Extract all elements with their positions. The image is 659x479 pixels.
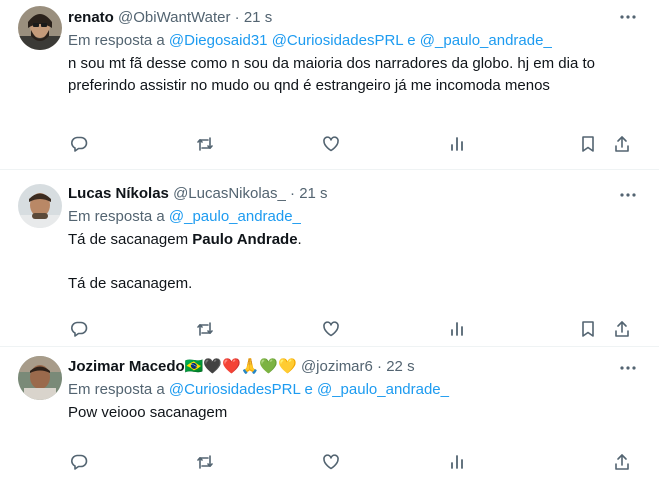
tweet-text: Pow veiooo sacanagem — [68, 404, 228, 421]
bookmark-button[interactable] — [577, 133, 599, 155]
reply-bubble-icon — [71, 454, 88, 470]
tweet[interactable]: renato @ObiWantWater · 21 s Em resposta … — [0, 0, 659, 170]
share-button[interactable] — [611, 451, 633, 473]
more-options-button[interactable] — [617, 357, 639, 379]
share-upload-icon — [615, 454, 629, 470]
reply-joiner: e — [407, 32, 416, 49]
separator-dot: · — [377, 358, 383, 375]
analytics-bars-icon — [451, 322, 463, 336]
tweet-actions — [68, 318, 643, 340]
tweet-header: Lucas Níkolas @LucasNikolas_ · 21 s — [68, 184, 643, 204]
mention-link[interactable]: @CuriosidadesPRL — [169, 381, 300, 398]
share-upload-icon — [615, 136, 629, 152]
avatar[interactable] — [18, 6, 62, 50]
more-dots-icon — [620, 15, 636, 19]
reply-prefix: Em resposta a — [68, 208, 165, 225]
reply-joiner: e — [304, 381, 313, 398]
user-handle[interactable]: @jozimar6 — [301, 358, 373, 375]
mention-link[interactable]: @_paulo_andrade_ — [317, 381, 449, 398]
like-button[interactable] — [320, 451, 342, 473]
user-handle[interactable]: @ObiWantWater — [118, 9, 230, 26]
analytics-bars-icon — [451, 455, 463, 469]
tweet-text-line: Tá de sacanagem. — [68, 275, 193, 292]
views-button[interactable] — [446, 318, 468, 340]
heart-icon — [323, 136, 339, 152]
timestamp[interactable]: 21 s — [299, 185, 327, 202]
separator-dot: · — [290, 185, 296, 202]
reply-feed: renato @ObiWantWater · 21 s Em resposta … — [0, 0, 659, 479]
reply-bubble-icon — [71, 136, 88, 152]
avatar[interactable] — [18, 356, 62, 400]
tweet-text: Tá de sacanagem Paulo Andrade. Tá de sac… — [68, 229, 643, 295]
bookmark-button[interactable] — [577, 318, 599, 340]
display-name[interactable]: Jozimar Macedo — [68, 358, 185, 375]
reply-bubble-icon — [71, 321, 88, 337]
name-emojis: 🇧🇷🖤❤️🙏💚💛 — [184, 358, 297, 375]
views-button[interactable] — [446, 451, 468, 473]
timestamp[interactable]: 21 s — [244, 9, 272, 26]
tweet-text: n sou mt fã desse como n sou da maioria … — [68, 55, 595, 94]
heart-icon — [323, 321, 339, 337]
tweet-header: Jozimar Macedo🇧🇷🖤❤️🙏💚💛 @jozimar6 · 22 s — [68, 357, 643, 377]
separator-dot: · — [234, 9, 240, 26]
like-button[interactable] — [320, 318, 342, 340]
views-button[interactable] — [446, 133, 468, 155]
mention-link[interactable]: @CuriosidadesPRL — [272, 32, 403, 49]
user-handle[interactable]: @LucasNikolas_ — [173, 185, 286, 202]
like-button[interactable] — [320, 133, 342, 155]
bold-text: Paulo Andrade — [192, 231, 298, 248]
tweet-actions — [68, 451, 643, 473]
retweet-icon — [197, 137, 213, 151]
more-dots-icon — [620, 366, 636, 370]
analytics-bars-icon — [451, 137, 463, 151]
share-upload-icon — [615, 321, 629, 337]
share-button[interactable] — [611, 318, 633, 340]
retweet-button[interactable] — [194, 318, 216, 340]
heart-icon — [323, 454, 339, 470]
reply-context: Em resposta a @_paulo_andrade_ — [68, 207, 643, 227]
bookmark-icon — [582, 136, 594, 152]
bookmark-icon — [582, 321, 594, 337]
display-name[interactable]: Lucas Níkolas — [68, 185, 169, 202]
reply-prefix: Em resposta a — [68, 32, 165, 49]
retweet-icon — [197, 455, 213, 469]
mention-link[interactable]: @Diegosaid31 — [169, 32, 268, 49]
more-options-button[interactable] — [617, 184, 639, 206]
reply-prefix: Em resposta a — [68, 381, 165, 398]
tweet-text-line: Tá de sacanagem Paulo Andrade. — [68, 231, 302, 248]
share-button[interactable] — [611, 133, 633, 155]
tweet-actions — [68, 133, 643, 155]
more-options-button[interactable] — [617, 6, 639, 28]
avatar[interactable] — [18, 184, 62, 228]
tweet-header: renato @ObiWantWater · 21 s — [68, 8, 643, 28]
reply-button[interactable] — [68, 318, 90, 340]
display-name[interactable]: renato — [68, 9, 114, 26]
reply-button[interactable] — [68, 133, 90, 155]
retweet-button[interactable] — [194, 133, 216, 155]
timestamp[interactable]: 22 s — [386, 358, 414, 375]
retweet-button[interactable] — [194, 451, 216, 473]
tweet[interactable]: Lucas Níkolas @LucasNikolas_ · 21 s Em r… — [0, 170, 659, 347]
tweet[interactable]: Jozimar Macedo🇧🇷🖤❤️🙏💚💛 @jozimar6 · 22 s … — [0, 347, 659, 479]
mention-link[interactable]: @_paulo_andrade_ — [420, 32, 552, 49]
reply-context: Em resposta a @Diegosaid31 @Curiosidades… — [68, 31, 643, 51]
reply-context: Em resposta a @CuriosidadesPRL e @_paulo… — [68, 380, 643, 400]
retweet-icon — [197, 322, 213, 336]
more-dots-icon — [620, 193, 636, 197]
mention-link[interactable]: @_paulo_andrade_ — [169, 208, 301, 225]
reply-button[interactable] — [68, 451, 90, 473]
